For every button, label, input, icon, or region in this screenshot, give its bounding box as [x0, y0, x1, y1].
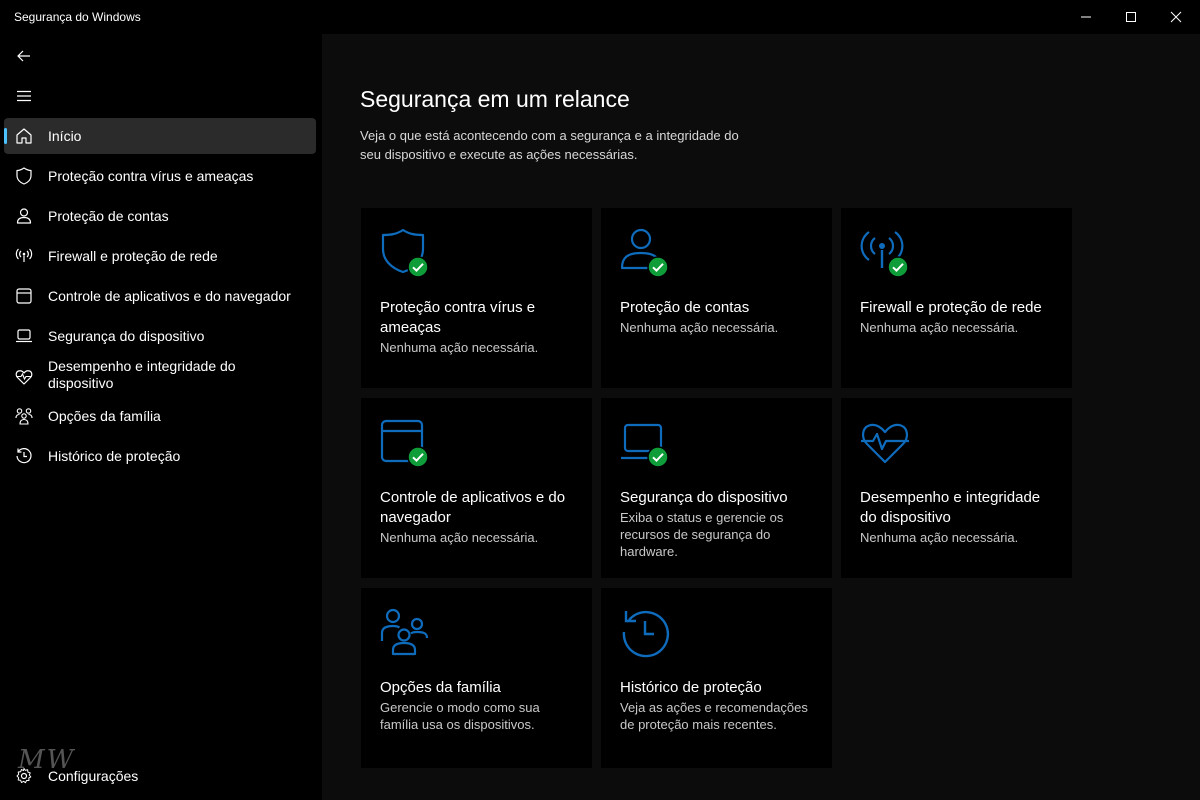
check-badge-icon — [647, 256, 669, 278]
card-title: Opções da família — [380, 679, 501, 696]
page-title: Segurança em um relance — [360, 86, 630, 112]
check-badge-icon — [407, 446, 429, 468]
history-icon — [16, 448, 32, 464]
card-firewall[interactable]: Firewall e proteção de rede Nenhuma ação… — [841, 208, 1072, 388]
card-title: Controle de aplicativos e do navegador — [380, 489, 566, 526]
page-description: Veja o que está acontecendo com a segura… — [360, 128, 739, 162]
card-icon — [619, 418, 675, 474]
sidebar-item-label: Desempenho e integridade do dispositivo — [48, 358, 236, 391]
heart-pulse-icon — [15, 370, 33, 385]
card-device-security[interactable]: Segurança do dispositivo Exiba o status … — [601, 398, 832, 578]
card-status: Exiba o status e gerencie os recursos de… — [620, 510, 784, 559]
card-icon — [379, 608, 435, 664]
sidebar-item-label: Segurança do dispositivo — [48, 328, 205, 344]
app-title: Segurança do Windows — [14, 10, 141, 24]
title-bar: Segurança do Windows — [0, 0, 1200, 34]
card-text: Desempenho e integridade do dispositivo … — [860, 488, 1060, 546]
card-text: Opções da família Gerencie o modo como s… — [380, 678, 580, 733]
back-arrow-icon — [17, 50, 30, 62]
sidebar-item-firewall[interactable]: Firewall e proteção de rede — [4, 238, 316, 274]
sidebar-item-label: Proteção contra vírus e ameaças — [48, 168, 254, 184]
card-virus-protection[interactable]: Proteção contra vírus e ameaças Nenhuma … — [361, 208, 592, 388]
selection-indicator — [4, 128, 7, 144]
card-title: Firewall e proteção de rede — [860, 299, 1042, 316]
minimize-button[interactable] — [1063, 0, 1109, 34]
sidebar-item-label: Proteção de contas — [48, 208, 169, 224]
sidebar-item-label: Firewall e proteção de rede — [48, 248, 218, 264]
card-text: Proteção de contas Nenhuma ação necessár… — [620, 298, 820, 336]
card-icon — [859, 418, 915, 474]
watermark: MW — [18, 745, 76, 775]
sidebar-item-label: Histórico de proteção — [48, 448, 181, 464]
sidebar-item-device-performance[interactable]: Desempenho e integridade do dispositivo — [4, 358, 316, 396]
card-status: Nenhuma ação necessária. — [380, 530, 539, 545]
card-text: Histórico de proteção Veja as ações e re… — [620, 678, 820, 733]
card-text: Proteção contra vírus e ameaças Nenhuma … — [380, 298, 580, 356]
laptop-icon — [16, 329, 32, 343]
family-icon — [15, 408, 33, 425]
home-icon — [16, 128, 32, 144]
card-title: Segurança do dispositivo — [620, 489, 788, 506]
wifi-antenna-icon — [15, 248, 33, 262]
maximize-button[interactable] — [1108, 0, 1154, 34]
sidebar-item-virus-protection[interactable]: Proteção contra vírus e ameaças — [4, 158, 316, 194]
sidebar-item-label: Início — [48, 128, 82, 144]
sidebar-item-app-browser-control[interactable]: Controle de aplicativos e do navegador — [4, 278, 316, 314]
sidebar-item-label: Opções da família — [48, 408, 161, 424]
card-text: Firewall e proteção de rede Nenhuma ação… — [860, 298, 1060, 336]
sidebar-item-protection-history[interactable]: Histórico de proteção — [4, 438, 316, 474]
sidebar-item-account-protection[interactable]: Proteção de contas — [4, 198, 316, 234]
card-status: Nenhuma ação necessária. — [860, 320, 1019, 335]
close-icon — [1170, 11, 1182, 23]
card-icon — [379, 228, 435, 284]
close-button[interactable] — [1153, 0, 1199, 34]
card-icon — [619, 608, 675, 664]
card-account-protection[interactable]: Proteção de contas Nenhuma ação necessár… — [601, 208, 832, 388]
card-protection-history[interactable]: Histórico de proteção Veja as ações e re… — [601, 588, 832, 768]
card-icon — [619, 228, 675, 284]
main-content: Segurança em um relance Veja o que está … — [322, 34, 1200, 800]
card-title: Histórico de proteção — [620, 679, 762, 696]
card-title: Proteção contra vírus e ameaças — [380, 299, 536, 336]
card-app-browser-control[interactable]: Controle de aplicativos e do navegador N… — [361, 398, 592, 578]
card-status: Nenhuma ação necessária. — [380, 340, 539, 355]
shield-icon — [16, 167, 32, 185]
sidebar: Início Proteção contra vírus e ameaças P… — [0, 34, 322, 800]
sidebar-item-family-options[interactable]: Opções da família — [4, 398, 316, 434]
card-title: Proteção de contas — [620, 299, 750, 316]
back-button[interactable] — [12, 44, 36, 68]
heart-pulse-icon — [861, 423, 909, 464]
family-icon — [380, 608, 429, 656]
sidebar-item-inicio[interactable]: Início — [4, 118, 316, 154]
card-status: Nenhuma ação necessária. — [860, 530, 1019, 545]
menu-button[interactable] — [12, 84, 36, 108]
card-device-performance[interactable]: Desempenho e integridade do dispositivo … — [841, 398, 1072, 578]
minimize-icon — [1081, 16, 1091, 18]
card-text: Controle de aplicativos e do navegador N… — [380, 488, 580, 546]
hamburger-icon — [17, 90, 31, 102]
app-window-icon — [16, 288, 32, 304]
card-icon — [379, 418, 435, 474]
sidebar-item-device-security[interactable]: Segurança do dispositivo — [4, 318, 316, 354]
check-badge-icon — [887, 256, 909, 278]
card-title: Desempenho e integridade do dispositivo — [860, 489, 1041, 526]
card-text: Segurança do dispositivo Exiba o status … — [620, 488, 820, 560]
card-status: Nenhuma ação necessária. — [620, 320, 779, 335]
person-icon — [16, 208, 32, 224]
history-icon — [622, 610, 670, 658]
sidebar-item-label: Controle de aplicativos e do navegador — [48, 288, 291, 304]
check-badge-icon — [407, 256, 429, 278]
card-status: Gerencie o modo como sua família usa os … — [380, 700, 540, 732]
maximize-icon — [1126, 12, 1136, 22]
card-family-options[interactable]: Opções da família Gerencie o modo como s… — [361, 588, 592, 768]
check-badge-icon — [647, 446, 669, 468]
card-icon — [859, 228, 915, 284]
card-status: Veja as ações e recomendações de proteçã… — [620, 700, 808, 732]
